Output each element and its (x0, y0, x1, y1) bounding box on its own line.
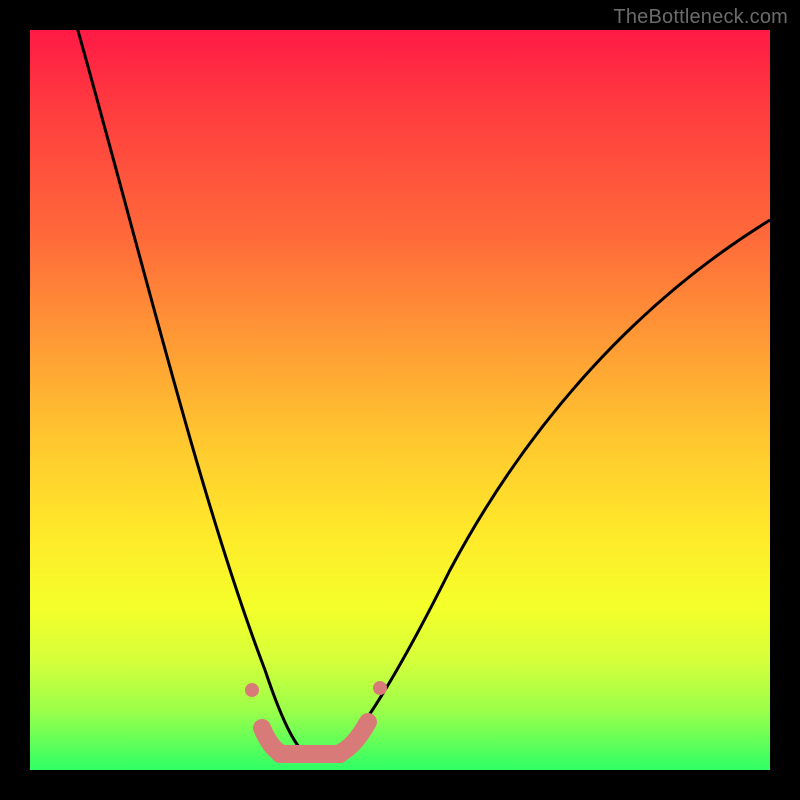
optimal-region-right (338, 722, 368, 754)
marker-dot-left (245, 683, 259, 697)
optimal-region-left (262, 728, 282, 754)
marker-dot-right (373, 681, 387, 695)
bottleneck-curve (30, 30, 770, 770)
chart-frame: TheBottleneck.com (0, 0, 800, 800)
curve-path (75, 30, 770, 758)
watermark-text: TheBottleneck.com (613, 6, 788, 29)
plot-area (30, 30, 770, 770)
